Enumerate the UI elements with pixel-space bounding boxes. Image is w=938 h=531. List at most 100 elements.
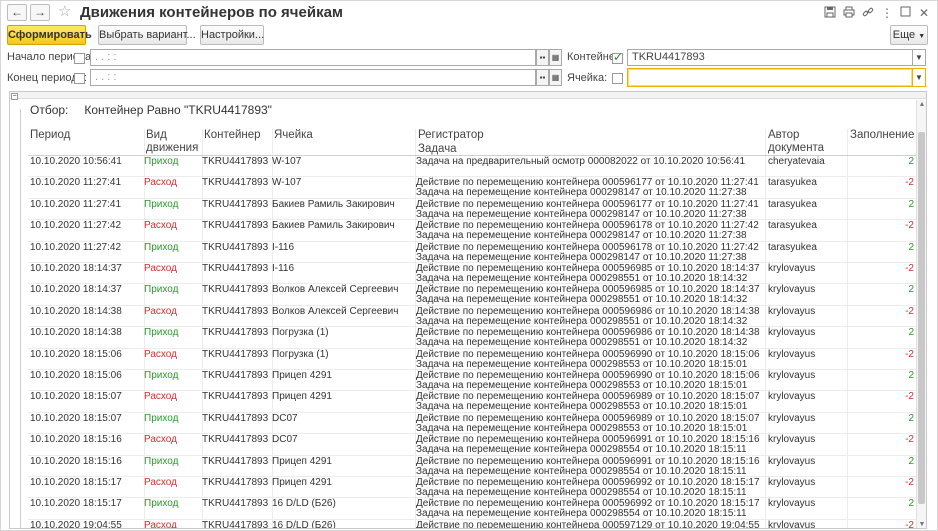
row-task[interactable]: Задача на перемещение контейнера 0002985… [416, 445, 747, 455]
row-task[interactable]: Задача на перемещение контейнера 0002985… [416, 274, 747, 284]
column-header-cell: Ячейка [274, 129, 313, 141]
row-fill: -2 [905, 177, 914, 189]
period-start-checkbox[interactable] [74, 53, 85, 64]
calendar-icon[interactable]: ▦ [549, 49, 562, 66]
row-fill: 2 [908, 156, 914, 167]
row-period: 10.10.2020 19:04:55 [30, 519, 122, 529]
row-period: 10.10.2020 10:56:41 [30, 156, 122, 167]
column-header-fill: Заполнение [850, 129, 915, 141]
settings-button[interactable]: Настройки... [200, 25, 264, 45]
row-cell: DC07 [272, 412, 298, 424]
row-container: TKRU4417893 [202, 263, 269, 274]
table-row[interactable]: 10.10.2020 18:15:07 Расход TKRU4417893 Приц… [10, 391, 918, 412]
back-button[interactable]: ← [7, 4, 27, 21]
table-row[interactable]: 10.10.2020 18:15:06 Приход TKRU4417893 Приц… [10, 370, 918, 391]
scroll-up-icon[interactable]: ▲ [918, 101, 926, 108]
row-movement-type: Расход [144, 477, 177, 488]
table-row[interactable]: 10.10.2020 18:15:16 Приход TKRU4417893 Приц… [10, 456, 918, 477]
row-container: TKRU4417893 [202, 327, 269, 339]
more-button[interactable]: Еще ▼ [890, 25, 928, 45]
select-variant-button[interactable]: Выбрать вариант... [98, 25, 196, 45]
row-task[interactable]: Задача на перемещение контейнера 0002985… [416, 488, 747, 498]
row-task[interactable]: Задача на перемещение контейнера 0002981… [416, 252, 747, 263]
report-spreadsheet[interactable]: − Отбор: Контейнер Равно "TKRU4417893" Пе… [9, 91, 927, 529]
table-row[interactable]: 10.10.2020 10:56:41 Приход TKRU4417893 W-10… [10, 156, 918, 177]
save-icon[interactable] [823, 6, 837, 21]
table-row[interactable]: 10.10.2020 18:15:07 Приход TKRU4417893 DC07… [10, 413, 918, 434]
container-dropdown-icon[interactable]: ▼ [913, 49, 926, 66]
row-task[interactable]: Задача на перемещение контейнера 0002985… [416, 402, 747, 412]
row-cell: DC07 [272, 434, 298, 446]
row-movement-type: Расход [144, 434, 177, 446]
period-end-field[interactable]: . . : : [90, 69, 536, 86]
generate-button[interactable]: Сформировать [7, 25, 92, 45]
collapse-group-icon[interactable]: − [11, 93, 18, 100]
scroll-down-icon[interactable]: ▼ [918, 521, 926, 528]
row-author: krylovayus [768, 348, 816, 360]
cell-dropdown-icon[interactable]: ▼ [913, 68, 926, 87]
table-row[interactable]: 10.10.2020 18:14:38 Расход TKRU4417893 Волк… [10, 306, 918, 327]
filter-value: Контейнер Равно "TKRU4417893" [84, 103, 272, 117]
table-row[interactable]: 10.10.2020 18:14:37 Расход TKRU4417893 I-11… [10, 263, 918, 284]
row-task[interactable]: Задача на перемещение контейнера 0002985… [416, 509, 747, 519]
row-cell: Волков Алексей Сергеевич [272, 284, 399, 296]
row-container: TKRU4417893 [202, 391, 269, 403]
row-container: TKRU4417893 [202, 220, 269, 232]
row-container: TKRU4417893 [202, 348, 269, 360]
cell-label: Ячейка: [567, 72, 608, 84]
row-task[interactable]: Задача на перемещение контейнера 0002985… [416, 359, 747, 370]
table-row[interactable]: 10.10.2020 11:27:42 Приход TKRU4417893 I-11… [10, 242, 918, 263]
title-bar: ← → ☆ Движения контейнеров по ячейкам ⋮ … [1, 1, 937, 25]
table-row[interactable]: 10.10.2020 11:27:41 Расход TKRU4417893 W-10… [10, 177, 918, 198]
link-icon[interactable] [861, 6, 875, 21]
row-registrar[interactable]: Действие по перемещению контейнера 00059… [416, 520, 760, 528]
row-movement-type: Расход [144, 263, 177, 274]
row-task[interactable]: Задача на перемещение контейнера 0002985… [416, 381, 747, 391]
container-checkbox[interactable] [612, 50, 623, 64]
period-end-checkbox[interactable] [74, 73, 85, 84]
container-field[interactable]: TKRU4417893 [627, 49, 913, 66]
table-row[interactable]: 10.10.2020 11:27:42 Расход TKRU4417893 Баки… [10, 220, 918, 241]
row-cell: Погрузка (1) [272, 348, 329, 360]
row-registrar[interactable]: Задача на предварительный осмотр 0000820… [416, 157, 745, 167]
row-task[interactable]: Задача на перемещение контейнера 0002981… [416, 231, 747, 241]
table-row[interactable]: 10.10.2020 18:15:17 Приход TKRU4417893 16 D… [10, 498, 918, 519]
column-header-container: Контейнер [204, 129, 261, 141]
close-icon[interactable]: ✕ [917, 6, 931, 20]
forward-button[interactable]: → [30, 4, 50, 21]
row-fill: 2 [908, 370, 914, 381]
row-task[interactable]: Задача на перемещение контейнера 0002985… [416, 423, 747, 434]
table-row[interactable]: 10.10.2020 18:14:37 Приход TKRU4417893 Волк… [10, 284, 918, 305]
row-cell: Прицеп 4291 [272, 455, 332, 467]
table-row[interactable]: 10.10.2020 18:15:06 Расход TKRU4417893 Погр… [10, 349, 918, 370]
table-row[interactable]: 10.10.2020 18:15:16 Расход TKRU4417893 DC07… [10, 434, 918, 455]
row-task[interactable]: Задача на перемещение контейнера 0002985… [416, 316, 747, 327]
more-icon[interactable]: ⋮ [880, 6, 894, 20]
calendar-icon[interactable]: ▦ [549, 69, 562, 86]
row-fill: -2 [905, 391, 914, 403]
row-task[interactable]: Задача на перемещение контейнера 0002981… [416, 188, 747, 198]
period-start-field[interactable]: . . : : [90, 49, 536, 66]
table-row[interactable]: 10.10.2020 19:04:55 Расход TKRU4417893 16 D… [10, 519, 918, 529]
table-row[interactable]: 10.10.2020 11:27:41 Приход TKRU4417893 Баки… [10, 199, 918, 220]
cell-field[interactable] [627, 68, 913, 87]
maximize-icon[interactable] [898, 6, 912, 20]
row-task[interactable]: Задача на перемещение контейнера 0002985… [416, 466, 747, 477]
row-movement-type: Приход [144, 498, 179, 510]
period-start-choice-button[interactable]: ▪▪ [536, 49, 549, 66]
period-end-choice-button[interactable]: ▪▪ [536, 69, 549, 86]
row-task[interactable]: Задача на перемещение контейнера 0002981… [416, 209, 747, 220]
row-task[interactable]: Задача на перемещение контейнера 0002985… [416, 295, 747, 305]
cell-checkbox[interactable] [612, 73, 623, 84]
row-cell: Прицеп 4291 [272, 370, 332, 381]
print-icon[interactable] [842, 6, 856, 21]
table-row[interactable]: 10.10.2020 18:15:17 Расход TKRU4417893 Приц… [10, 477, 918, 498]
favorite-star-icon[interactable]: ☆ [58, 4, 71, 20]
table-row[interactable]: 10.10.2020 18:14:38 Приход TKRU4417893 Погр… [10, 327, 918, 348]
scroll-thumb[interactable] [918, 132, 925, 504]
row-author: krylovayus [768, 455, 816, 467]
vertical-scrollbar[interactable]: ▲ ▼ [916, 100, 926, 528]
row-period: 10.10.2020 18:15:17 [30, 477, 122, 488]
row-period: 10.10.2020 18:15:06 [30, 370, 122, 381]
row-task[interactable]: Задача на перемещение контейнера 0002985… [416, 338, 747, 348]
